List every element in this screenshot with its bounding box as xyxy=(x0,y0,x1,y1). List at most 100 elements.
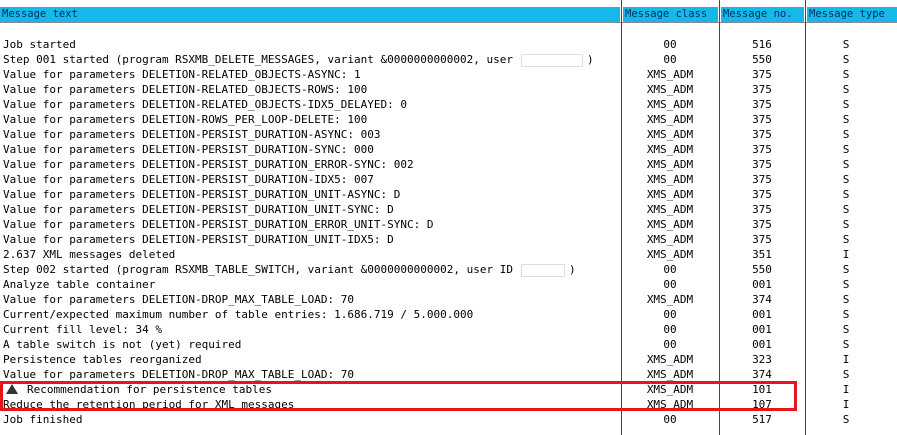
message-no-cell: 517 xyxy=(752,413,772,426)
message-text-cell: Value for parameters DELETION-ROWS_PER_L… xyxy=(3,112,619,127)
message-text-cell: Value for parameters DELETION-PERSIST_DU… xyxy=(3,232,619,247)
message-class-cell: 00 xyxy=(663,53,677,66)
message-text: Reduce the retention period for XML mess… xyxy=(3,398,295,411)
message-no-cell: 001 xyxy=(752,338,772,351)
column-header-message-no[interactable]: Message no. xyxy=(721,7,804,22)
message-class-cell: XMS_ADM xyxy=(646,398,694,411)
table-row[interactable]: Value for parameters DELETION-DROP_MAX_T… xyxy=(0,367,897,382)
message-type-cell: S xyxy=(842,308,850,321)
message-class-cell: XMS_ADM xyxy=(646,188,694,201)
table-row[interactable]: Reduce the retention period for XML mess… xyxy=(0,397,897,412)
message-text: Value for parameters DELETION-PERSIST_DU… xyxy=(3,173,374,186)
message-no-cell: 375 xyxy=(752,158,772,171)
message-class-cell: XMS_ADM xyxy=(646,128,694,141)
table-row[interactable]: Value for parameters DELETION-PERSIST_DU… xyxy=(0,142,897,157)
message-no-cell: 550 xyxy=(752,263,772,276)
message-text-cell: A table switch is not (yet) required xyxy=(3,337,619,352)
message-text: Value for parameters DELETION-RELATED_OB… xyxy=(3,83,368,96)
table-row[interactable]: Recommendation for persistence tables XMS… xyxy=(0,382,897,397)
message-no-cell: 375 xyxy=(752,68,772,81)
message-text-cell: Value for parameters DELETION-RELATED_OB… xyxy=(3,97,619,112)
message-class-cell: XMS_ADM xyxy=(646,293,694,306)
message-text-cell: Step 001 started (program RSXMB_DELETE_M… xyxy=(3,52,619,67)
table-row[interactable]: Value for parameters DELETION-RELATED_OB… xyxy=(0,82,897,97)
table-row[interactable]: Value for parameters DELETION-PERSIST_DU… xyxy=(0,127,897,142)
table-row[interactable]: Value for parameters DELETION-RELATED_OB… xyxy=(0,67,897,82)
table-row[interactable]: Persistence tables reorganized XMS_ADM 323… xyxy=(0,352,897,367)
message-no-cell: 516 xyxy=(752,38,772,51)
message-text-cell: Value for parameters DELETION-RELATED_OB… xyxy=(3,82,619,97)
message-text-cell: Value for parameters DELETION-PERSIST_DU… xyxy=(3,217,619,232)
table-row[interactable] xyxy=(0,22,897,37)
table-row[interactable]: Analyze table container 00 001 S xyxy=(0,277,897,292)
table-row[interactable]: Value for parameters DELETION-ROWS_PER_L… xyxy=(0,112,897,127)
message-text-suffix: ) xyxy=(586,53,594,66)
message-text: Step 002 started (program RSXMB_TABLE_SW… xyxy=(3,263,513,276)
message-class-cell xyxy=(622,22,718,37)
message-class-cell: XMS_ADM xyxy=(646,368,694,381)
message-text-cell: Persistence tables reorganized xyxy=(3,352,619,367)
warning-triangle-icon xyxy=(6,384,18,394)
column-header-message-type[interactable]: Message type xyxy=(807,7,897,22)
message-text-cell: Current/expected maximum number of table… xyxy=(3,307,619,322)
message-text: Current fill level: 34 % xyxy=(3,323,162,336)
message-text-cell: Job started xyxy=(3,37,619,52)
table-row[interactable]: Value for parameters DELETION-PERSIST_DU… xyxy=(0,217,897,232)
table-row[interactable]: Current fill level: 34 % 00 001 S xyxy=(0,322,897,337)
message-no-cell: 375 xyxy=(752,143,772,156)
message-no-cell: 351 xyxy=(752,248,772,261)
message-type-cell: S xyxy=(842,188,850,201)
table-row[interactable]: Job finished 00 517 S xyxy=(0,412,897,427)
table-row[interactable]: Value for parameters DELETION-PERSIST_DU… xyxy=(0,202,897,217)
message-type-cell: S xyxy=(842,338,850,351)
message-text: Current/expected maximum number of table… xyxy=(3,308,474,321)
message-class-cell: XMS_ADM xyxy=(646,158,694,171)
message-class-cell: XMS_ADM xyxy=(646,83,694,96)
message-class-cell: XMS_ADM xyxy=(646,68,694,81)
message-text: Value for parameters DELETION-RELATED_OB… xyxy=(3,98,407,111)
message-text: Value for parameters DELETION-PERSIST_DU… xyxy=(3,188,401,201)
message-no-cell: 107 xyxy=(752,398,772,411)
message-type-cell: S xyxy=(842,38,850,51)
message-type-cell: S xyxy=(842,158,850,171)
message-class-cell: XMS_ADM xyxy=(646,203,694,216)
message-text: Value for parameters DELETION-PERSIST_DU… xyxy=(3,233,394,246)
message-no-cell: 375 xyxy=(752,113,772,126)
table-row[interactable]: Step 001 started (program RSXMB_DELETE_M… xyxy=(0,52,897,67)
message-type-cell: S xyxy=(842,128,850,141)
table-row[interactable]: Step 002 started (program RSXMB_TABLE_SW… xyxy=(0,262,897,277)
message-type-cell: S xyxy=(842,173,850,186)
message-class-cell: XMS_ADM xyxy=(646,113,694,126)
column-header-message-text[interactable]: Message text xyxy=(0,7,620,22)
table-row[interactable]: Value for parameters DELETION-PERSIST_DU… xyxy=(0,232,897,247)
table-row[interactable]: 2.637 XML messages deleted XMS_ADM 351 I xyxy=(0,247,897,262)
message-no-cell: 375 xyxy=(752,188,772,201)
table-row[interactable]: Value for parameters DELETION-PERSIST_DU… xyxy=(0,157,897,172)
message-no-cell: 375 xyxy=(752,203,772,216)
message-class-cell: XMS_ADM xyxy=(646,233,694,246)
message-no-cell: 001 xyxy=(752,278,772,291)
message-text: Job started xyxy=(3,38,76,51)
message-text-cell: Value for parameters DELETION-PERSIST_DU… xyxy=(3,172,619,187)
message-type-cell: S xyxy=(842,413,850,426)
message-text-cell: 2.637 XML messages deleted xyxy=(3,247,619,262)
table-row[interactable]: Value for parameters DELETION-PERSIST_DU… xyxy=(0,172,897,187)
message-type-cell: S xyxy=(842,293,850,306)
message-no-cell: 375 xyxy=(752,218,772,231)
message-text-cell: Value for parameters DELETION-DROP_MAX_T… xyxy=(3,292,619,307)
message-class-cell: XMS_ADM xyxy=(646,173,694,186)
message-no-cell: 375 xyxy=(752,173,772,186)
table-row[interactable]: Value for parameters DELETION-RELATED_OB… xyxy=(0,97,897,112)
table-row[interactable]: Current/expected maximum number of table… xyxy=(0,307,897,322)
redacted-user-field xyxy=(520,263,565,277)
message-type-cell: S xyxy=(842,53,850,66)
message-text: Value for parameters DELETION-PERSIST_DU… xyxy=(3,158,414,171)
table-row[interactable]: Job started 00 516 S xyxy=(0,37,897,52)
table-row[interactable]: Value for parameters DELETION-PERSIST_DU… xyxy=(0,187,897,202)
message-type-cell: S xyxy=(842,143,850,156)
message-type-cell xyxy=(806,22,886,37)
message-text: Value for parameters DELETION-PERSIST_DU… xyxy=(3,203,394,216)
table-row[interactable]: Value for parameters DELETION-DROP_MAX_T… xyxy=(0,292,897,307)
column-header-message-class[interactable]: Message class xyxy=(623,7,718,22)
table-row[interactable]: A table switch is not (yet) required 00 00… xyxy=(0,337,897,352)
